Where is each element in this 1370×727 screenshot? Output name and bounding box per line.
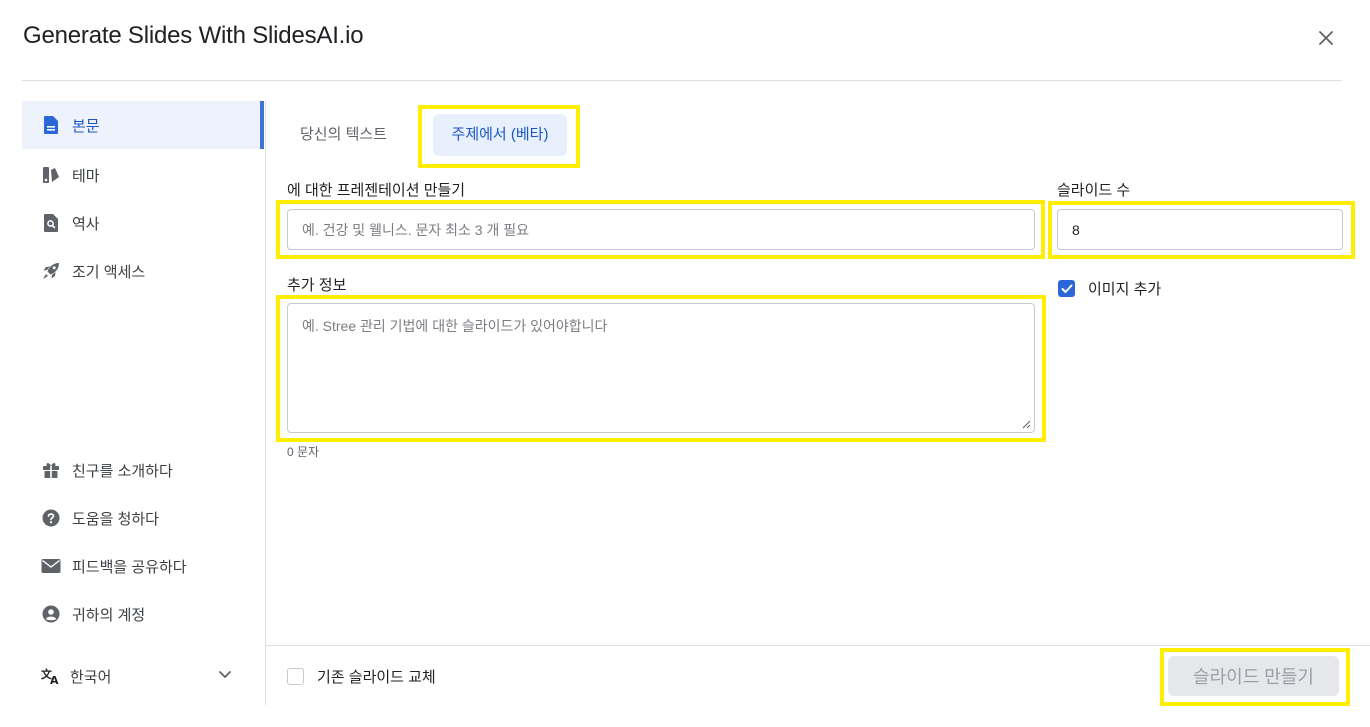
- replace-slides-label: 기존 슬라이드 교체: [317, 669, 436, 686]
- rocket-icon: [41, 261, 61, 281]
- slides-count-value: 8: [1072, 221, 1080, 238]
- sidebar-item-account[interactable]: 귀하의 계정: [22, 590, 264, 638]
- additional-info-textarea[interactable]: 예. Stree 관리 기법에 대한 슬라이드가 있어야합니다: [287, 303, 1035, 433]
- help-icon: [41, 508, 61, 528]
- dialog-header: Generate Slides With SlidesAI.io: [0, 0, 1370, 80]
- translate-icon: 文 A: [41, 666, 61, 686]
- slides-count-label: 슬라이드 수: [1057, 182, 1131, 199]
- resize-handle-icon[interactable]: [1022, 420, 1031, 429]
- sidebar-item-body[interactable]: 본문: [22, 101, 264, 149]
- chevron-down-icon: [219, 671, 231, 679]
- active-indicator: [260, 101, 264, 149]
- language-label: 한국어: [70, 668, 112, 686]
- topic-input[interactable]: 예. 건강 및 웰니스. 문자 최소 3 개 필요: [287, 209, 1035, 250]
- additional-info-label: 추가 정보: [287, 277, 347, 294]
- gift-icon: [41, 460, 61, 480]
- sidebar-item-label: 귀하의 계정: [72, 606, 146, 624]
- checkbox-checked[interactable]: [1058, 280, 1075, 297]
- close-icon: [1319, 31, 1333, 45]
- sidebar-item-label: 피드백을 공유하다: [72, 558, 187, 576]
- sidebar-item-label: 친구를 소개하다: [72, 462, 173, 480]
- topic-label: 에 대한 프레젠테이션 만들기: [287, 182, 466, 199]
- history-search-icon: [41, 213, 61, 233]
- create-slides-button[interactable]: 슬라이드 만들기: [1168, 656, 1339, 696]
- account-icon: [41, 604, 61, 624]
- header-divider: [22, 80, 1342, 81]
- mail-icon: [41, 556, 61, 576]
- svg-text:A: A: [50, 674, 59, 685]
- document-icon: [41, 115, 61, 135]
- replace-slides-checkbox[interactable]: 기존 슬라이드 교체: [287, 666, 436, 687]
- add-images-label: 이미지 추가: [1088, 281, 1162, 298]
- sidebar-item-feedback[interactable]: 피드백을 공유하다: [22, 542, 264, 590]
- sidebar-item-help[interactable]: 도움을 청하다: [22, 494, 264, 542]
- dialog-title: Generate Slides With SlidesAI.io: [23, 22, 364, 49]
- language-selector[interactable]: 文 A 한국어: [22, 659, 264, 693]
- sidebar-item-label: 본문: [72, 117, 100, 135]
- palette-icon: [41, 165, 61, 185]
- close-button[interactable]: [1312, 24, 1340, 52]
- tab-your-text[interactable]: 당신의 텍스트: [287, 114, 430, 156]
- sidebar-item-early-access[interactable]: 조기 액세스: [22, 247, 264, 295]
- sidebar-item-label: 조기 액세스: [72, 263, 146, 281]
- sidebar-item-label: 도움을 청하다: [72, 510, 159, 528]
- sidebar-item-history[interactable]: 역사: [22, 199, 264, 247]
- character-count: 0 문자: [287, 445, 320, 459]
- slides-count-input[interactable]: 8: [1057, 209, 1343, 250]
- additional-info-placeholder: 예. Stree 관리 기법에 대한 슬라이드가 있어야합니다: [302, 318, 608, 334]
- check-icon: [1061, 284, 1072, 293]
- sidebar-item-theme[interactable]: 테마: [22, 151, 264, 199]
- sidebar-item-label: 역사: [72, 215, 100, 233]
- add-images-checkbox[interactable]: 이미지 추가: [1058, 278, 1161, 299]
- topic-placeholder: 예. 건강 및 웰니스. 문자 최소 3 개 필요: [302, 221, 530, 238]
- checkbox-unchecked[interactable]: [287, 668, 304, 685]
- footer-divider: [266, 645, 1370, 646]
- tab-from-topic[interactable]: 주제에서 (베타): [433, 114, 567, 156]
- sidebar-item-refer-friend[interactable]: 친구를 소개하다: [22, 446, 264, 494]
- sidebar: 본문 테마 역사 조기 액세스 친구를 소개하다 도움을 청하다 피드백을 공유…: [22, 101, 266, 705]
- sidebar-item-label: 테마: [72, 167, 100, 185]
